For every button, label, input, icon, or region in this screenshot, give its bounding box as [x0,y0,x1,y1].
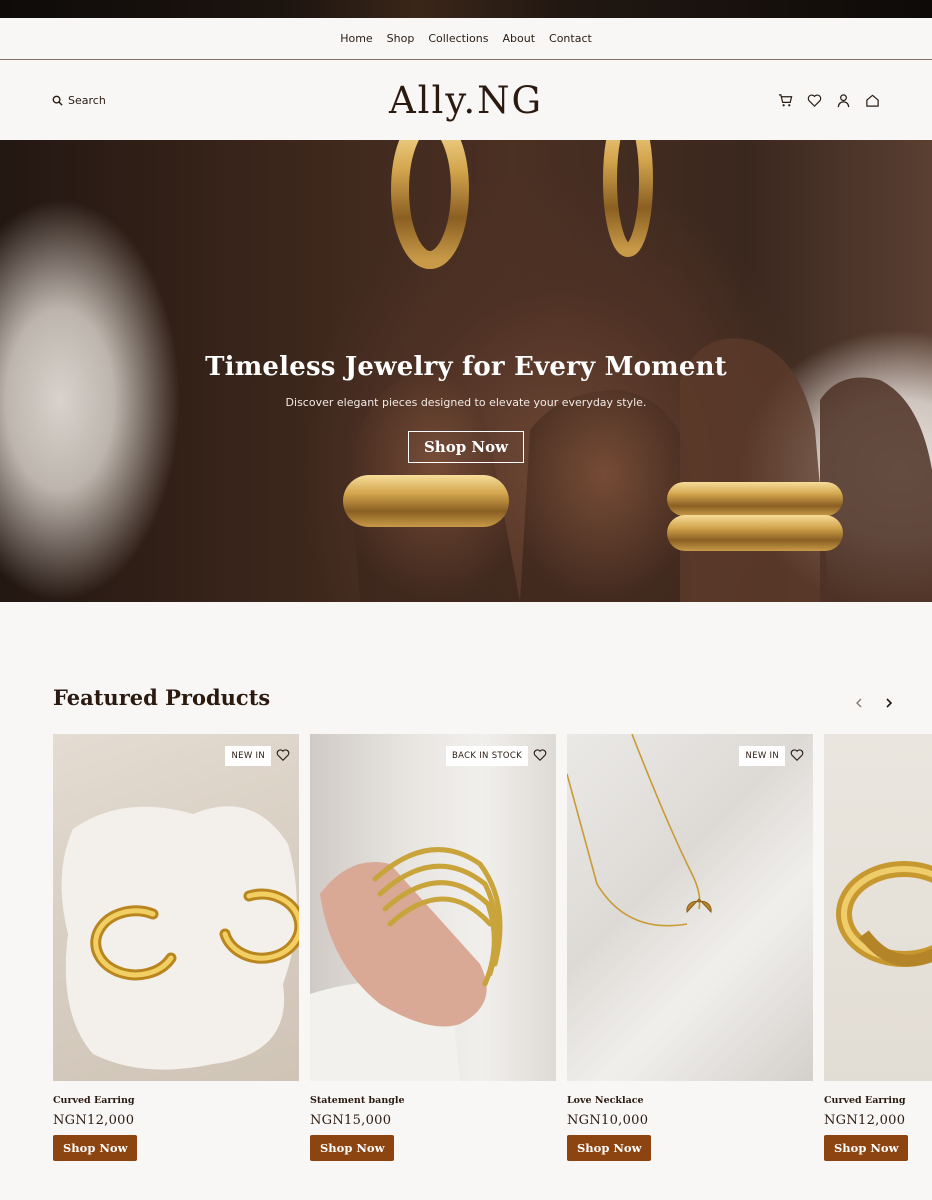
product-badge: NEW IN [739,746,785,766]
product-carousel: NEW IN Curved Earring NGN12,000 Shop Now… [53,734,932,1200]
product-image: NEW IN [567,734,813,1081]
shop-now-button[interactable]: Shop Now [53,1135,138,1161]
cart-icon[interactable] [778,93,793,108]
hero-title: Timeless Jewelry for Every Moment [205,352,727,382]
product-card[interactable]: NEW IN Curved Earring NGN12,000 Shop Now [53,734,299,1161]
chevron-right-icon[interactable] [882,696,896,710]
hero-subtitle: Discover elegant pieces designed to elev… [285,396,647,409]
hero-content: Timeless Jewelry for Every Moment Discov… [0,352,932,463]
nav-contact[interactable]: Contact [549,32,592,45]
nav-shop[interactable]: Shop [387,32,415,45]
product-image [824,734,932,1081]
necklace-image [567,734,712,927]
product-card[interactable]: NEW IN Love Necklace NGN10,000 Shop Now [567,734,813,1161]
product-badge: BACK IN STOCK [446,746,528,766]
site-header: Search Ally.NG [0,61,932,140]
shop-now-button[interactable]: Shop Now [310,1135,395,1161]
featured-products-title: Featured Products [53,685,271,710]
product-price: NGN12,000 [824,1113,906,1128]
product-price: NGN15,000 [310,1113,392,1128]
carousel-controls [852,696,896,710]
product-image: NEW IN [53,734,299,1081]
nav-about[interactable]: About [502,32,535,45]
product-card[interactable]: BACK IN STOCK Statement bangle NGN15,000… [310,734,556,1161]
top-navigation: Home Shop Collections About Contact [0,18,932,60]
hero-banner: Timeless Jewelry for Every Moment Discov… [0,140,932,602]
heart-icon[interactable] [533,748,547,762]
bangle-image [310,847,503,1081]
product-image: BACK IN STOCK [310,734,556,1081]
nav-home[interactable]: Home [340,32,372,45]
bag-icon[interactable] [865,93,880,108]
user-icon[interactable] [836,93,851,108]
nav-collections[interactable]: Collections [428,32,488,45]
heart-icon[interactable] [276,748,290,762]
shop-now-button[interactable]: Shop Now [824,1135,909,1161]
earring-image [61,806,299,1070]
product-card[interactable]: Curved Earring NGN12,000 Shop Now [824,734,932,1161]
product-name: Curved Earring [53,1095,135,1106]
hero-shop-now-button[interactable]: Shop Now [407,431,525,463]
product-price: NGN12,000 [53,1113,135,1128]
product-price: NGN10,000 [567,1113,649,1128]
heart-icon[interactable] [807,93,822,108]
ring-image [836,861,932,967]
product-name: Curved Earring [824,1095,906,1106]
shop-now-button[interactable]: Shop Now [567,1135,652,1161]
top-image-strip [0,0,932,18]
product-name: Love Necklace [567,1095,644,1106]
chevron-left-icon[interactable] [852,696,866,710]
header-icons [778,93,880,108]
heart-icon[interactable] [790,748,804,762]
product-name: Statement bangle [310,1095,405,1106]
product-badge: NEW IN [225,746,271,766]
